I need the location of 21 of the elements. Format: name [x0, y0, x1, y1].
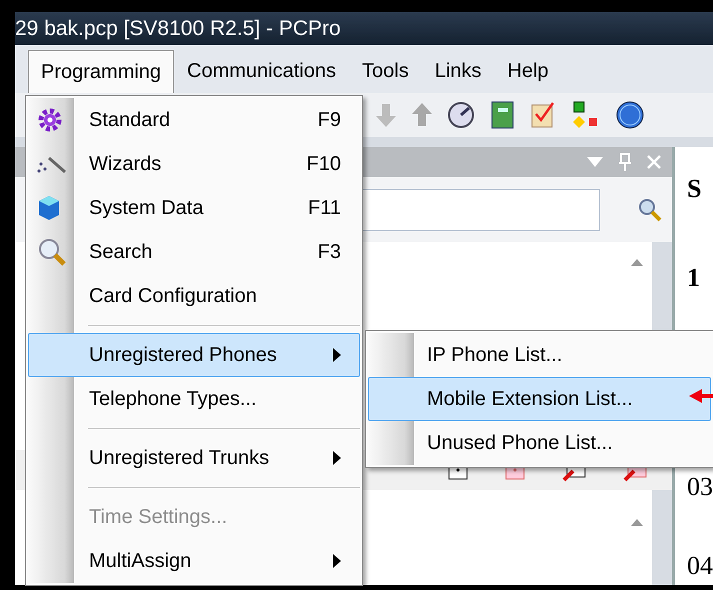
menu-item[interactable]: IP Phone List... [368, 333, 711, 377]
menu-item[interactable]: MultiAssign [28, 539, 360, 583]
menu-item[interactable]: Programming [28, 50, 174, 94]
menu-item[interactable]: Links [422, 49, 494, 94]
menu-item[interactable]: Search F3 [28, 230, 360, 274]
pane-text: S [686, 173, 702, 205]
menu-item[interactable]: Card Configuration [28, 274, 360, 318]
pane-text: 1 [686, 262, 701, 294]
menu-item[interactable]: Communications [174, 49, 349, 94]
menu-item[interactable]: Telephone Types... [28, 377, 360, 421]
menu-item[interactable]: Standard F9 [28, 98, 360, 142]
window-title: 29 bak.pcp [SV8100 R2.5] - PCPro [15, 17, 341, 40]
menu-item[interactable]: Wizards F10 [28, 142, 360, 186]
pane-text: 04 [686, 550, 713, 582]
pane-text: 03 [686, 471, 713, 503]
menu-item[interactable]: Unused Phone List... [368, 421, 711, 465]
menu-item[interactable]: Help [494, 49, 562, 94]
menu-item[interactable]: Unregistered Trunks [28, 436, 360, 480]
menu-item[interactable]: Mobile Extension List... [368, 377, 711, 421]
menu-item[interactable]: Unregistered Phones [28, 333, 360, 377]
menu-item[interactable]: Tools [349, 49, 422, 94]
